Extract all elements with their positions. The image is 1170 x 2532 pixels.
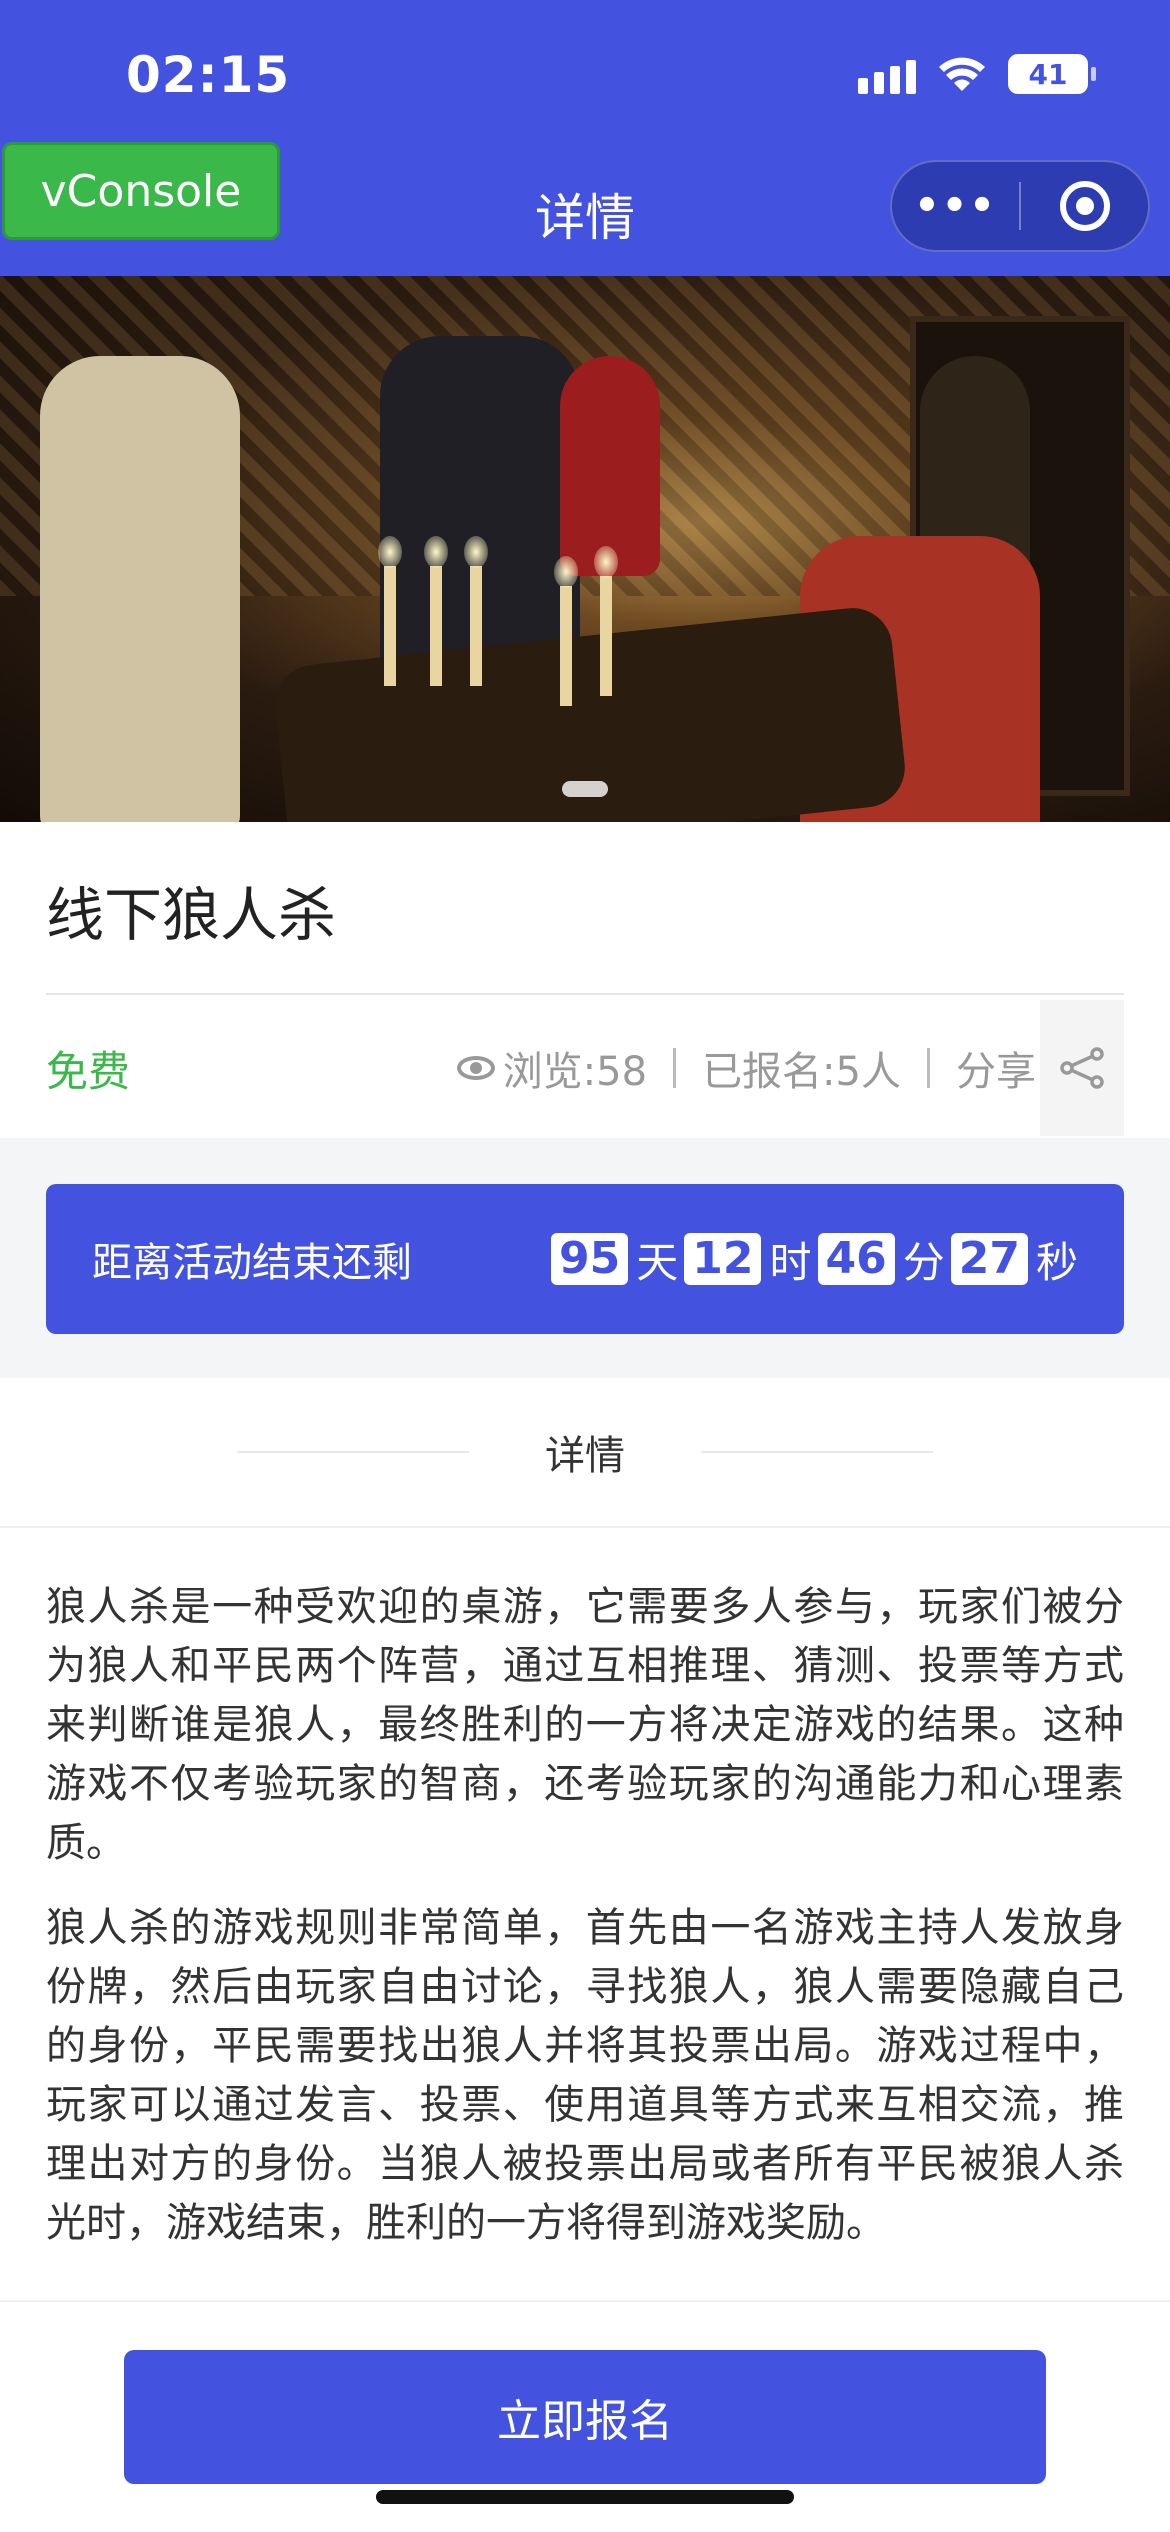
countdown-timer: 95 天 12 时 46 分 27 秒 <box>551 1229 1078 1290</box>
countdown-hours-unit: 时 <box>769 1237 812 1287</box>
page: 02:15 41 vConsole 详情 ••• 线下狼人杀 免费 浏览:58 … <box>0 0 1170 2532</box>
header-line-right <box>701 1451 933 1453</box>
separator <box>927 1048 930 1088</box>
signup-button[interactable]: 立即报名 <box>124 2350 1046 2484</box>
separator <box>673 1048 677 1088</box>
event-meta: 免费 浏览:58 已报名:5人 分享 <box>46 1000 1124 1136</box>
banner-person <box>40 356 240 822</box>
battery-level: 41 <box>1028 57 1068 91</box>
eye-icon <box>456 1056 495 1080</box>
event-description: 狼人杀是一种受欢迎的桌游，它需要多人参与，玩家们被分为狼人和平民两个阵营，通过互… <box>46 1578 1124 2300</box>
banner-candle <box>464 536 488 686</box>
countdown-minutes: 46 <box>817 1233 895 1285</box>
header-line-left <box>237 1451 469 1453</box>
signal-icon <box>858 54 916 94</box>
event-banner-image[interactable] <box>0 276 1170 822</box>
banner-candle <box>554 556 578 706</box>
countdown-days: 95 <box>551 1233 629 1285</box>
share-icon[interactable] <box>1040 1000 1124 1136</box>
countdown-minutes-unit: 分 <box>902 1237 945 1287</box>
price-label: 免费 <box>46 1046 131 1096</box>
banner-candle <box>424 536 448 686</box>
event-stats: 浏览:58 已报名:5人 分享 <box>456 1000 1124 1136</box>
signed-up-count: 已报名:5人 <box>702 1049 901 1095</box>
countdown-hours: 12 <box>684 1233 762 1285</box>
banner-person <box>560 356 660 576</box>
status-icons: 41 <box>858 54 1096 94</box>
description-paragraph: 狼人杀的游戏规则非常简单，首先由一名游戏主持人发放身份牌，然后由玩家自由讨论，寻… <box>46 1905 1124 2246</box>
banner-candle <box>378 536 402 686</box>
countdown-days-unit: 天 <box>636 1237 679 1287</box>
more-icon[interactable]: ••• <box>892 183 1019 229</box>
countdown-seconds-unit: 秒 <box>1035 1237 1078 1287</box>
carousel-indicator[interactable] <box>562 781 608 797</box>
countdown-banner: 距离活动结束还剩 95 天 12 时 46 分 27 秒 <box>46 1184 1124 1334</box>
miniprogram-capsule: ••• <box>890 160 1150 252</box>
top-bar: 02:15 41 vConsole 详情 ••• <box>0 0 1170 276</box>
details-heading: 详情 <box>545 1433 625 1479</box>
countdown-seconds: 27 <box>950 1233 1028 1285</box>
banner-candle <box>594 546 618 696</box>
battery-icon: 41 <box>1008 54 1096 94</box>
share-button[interactable]: 分享 <box>956 1000 1124 1136</box>
home-indicator <box>376 2490 794 2504</box>
target-icon <box>1059 181 1110 231</box>
close-miniprogram-button[interactable] <box>1021 181 1148 231</box>
description-paragraph: 狼人杀是一种受欢迎的桌游，它需要多人参与，玩家们被分为狼人和平民两个阵营，通过互… <box>46 1584 1124 1866</box>
wifi-icon <box>939 57 985 91</box>
details-section-header: 详情 <box>0 1378 1170 1528</box>
views-count: 浏览:58 <box>502 1049 648 1095</box>
countdown-label: 距离活动结束还剩 <box>92 1240 412 1286</box>
status-time: 02:15 <box>126 46 291 104</box>
divider <box>46 993 1124 995</box>
share-label: 分享 <box>956 1049 1036 1095</box>
event-title: 线下狼人杀 <box>46 881 337 949</box>
